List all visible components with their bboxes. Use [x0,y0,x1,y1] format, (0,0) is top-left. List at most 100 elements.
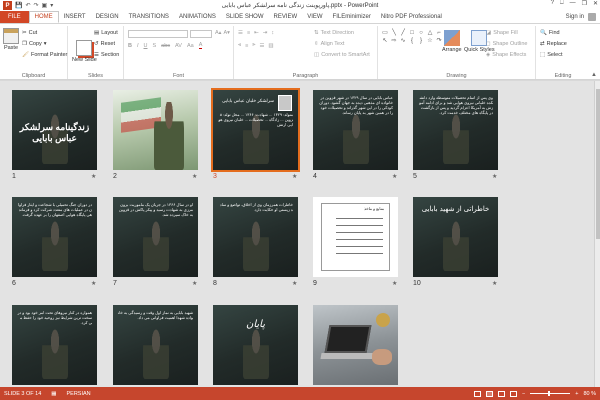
shape-outline-button[interactable]: ◻ Shape Outline [486,41,527,47]
proofing-icon[interactable]: ▦ [51,391,56,397]
align-right-icon[interactable]: ⫸ [252,42,255,49]
tab-home[interactable]: HOME [28,11,59,23]
transition-star-icon[interactable]: ★ [392,280,397,287]
restore-button[interactable]: ❐ [582,0,587,7]
arrow-icon[interactable]: ↖ [381,38,389,45]
zoom-out-button[interactable]: − [522,391,525,397]
arrow-icon[interactable]: ⇨ [390,38,398,45]
undo-icon[interactable]: ↶ [25,2,30,9]
transition-star-icon[interactable]: ★ [392,173,397,180]
minimize-button[interactable]: — [570,0,576,7]
help-icon[interactable]: ? [551,0,554,7]
brace-icon[interactable]: { [408,38,416,45]
language-status[interactable]: PERSIAN [67,391,91,397]
bold-button[interactable]: B [128,43,132,49]
avatar[interactable] [588,13,596,21]
transition-star-icon[interactable]: ★ [192,173,197,180]
start-from-beginning-icon[interactable]: ▣ [42,2,48,9]
tab-view[interactable]: VIEW [302,11,327,23]
strikethrough-button[interactable]: abc [161,43,170,49]
triangle-icon[interactable]: △ [426,30,434,37]
slide-thumbnail-5[interactable]: وی پس از اتمام تحصیلات متوسطه وارد دانشک… [413,90,498,170]
slide-thumbnail-7[interactable]: او در سال ۱۳۶۶ در جریان یک ماموریت برون … [113,197,198,277]
tab-fileminimizer[interactable]: FILEminimizer [328,11,376,23]
paste-button[interactable]: Paste [3,28,19,51]
tab-insert[interactable]: INSERT [59,11,91,23]
font-size-combo[interactable] [190,30,212,38]
customize-qat-icon[interactable]: ▾ [50,2,53,9]
ribbon-display-icon[interactable]: ⎕ [560,0,564,7]
slide-thumbnail-2[interactable] [113,90,198,170]
powerpoint-app-icon[interactable]: P [3,1,12,10]
slide-sorter-view-button[interactable] [486,390,494,397]
shape-fill-button[interactable]: ◪ Shape Fill [486,30,518,36]
reset-button[interactable]: ↺ Reset [94,41,115,47]
replace-button[interactable]: ⇄ Replace [540,41,567,47]
shapes-gallery[interactable]: ▭ ╲ ╱ □ ○ △ ⌐ ↖ ⇨ ∿{} ☆ ↷ [381,30,443,45]
columns-icon[interactable]: ▥ [268,43,273,49]
bullets-icon[interactable]: ☰ [238,30,243,36]
cut-button[interactable]: ✂ Cut [22,30,37,36]
shadow-button[interactable]: S [153,43,157,49]
format-painter-button[interactable]: 🖌 Format Painter [22,52,67,58]
tab-animations[interactable]: ANIMATIONS [174,11,221,23]
character-spacing-button[interactable]: AV [175,43,182,49]
slide-thumbnail-3[interactable]: سرلشکر خلبان عباس بابایی متولد: ۱۳۲۹ ...… [213,90,298,170]
slide-show-button[interactable] [510,390,518,397]
copy-button[interactable]: ❐ Copy ▾ [22,41,47,47]
transition-star-icon[interactable]: ★ [492,280,497,287]
collapse-ribbon-icon[interactable]: ▲ [591,72,597,78]
shape-effects-button[interactable]: ◈ Shape Effects [486,52,526,58]
italic-button[interactable]: I [137,43,139,49]
layout-button[interactable]: ▤ Layout [94,30,118,36]
arrange-button[interactable]: Arrange [442,30,462,53]
brace-icon[interactable]: } [417,38,425,45]
scrollbar-thumb[interactable] [596,89,600,239]
decrease-indent-icon[interactable]: ⇤ [254,30,259,36]
text-box-icon[interactable]: ▭ [381,30,389,37]
line-spacing-icon[interactable]: ↕ [271,30,274,36]
find-button[interactable]: 🔍 Find [540,30,560,36]
change-case-button[interactable]: Aa [187,43,194,49]
font-color-button[interactable]: A [198,42,203,49]
slide-thumbnail-14[interactable] [313,305,398,385]
slide-thumbnail-6[interactable]: در دوران جنگ تحمیلی با شجاعت و ایثار فرا… [12,197,97,277]
oval-icon[interactable]: ○ [417,30,425,37]
zoom-slider[interactable] [530,391,571,396]
text-direction-button[interactable]: ⇅ Text Direction [314,30,354,36]
slide-thumbnail-13[interactable]: پایان [213,305,298,385]
zoom-level[interactable]: 80 % [583,391,596,397]
numbering-icon[interactable]: ≡ [247,30,250,36]
underline-button[interactable]: U [144,43,148,49]
redo-icon[interactable]: ↷ [34,2,39,9]
tab-design[interactable]: DESIGN [91,11,124,23]
vertical-scrollbar[interactable] [594,81,600,387]
increase-indent-icon[interactable]: ⇥ [263,30,268,36]
align-left-icon[interactable]: ⫷ [238,42,241,49]
line-icon[interactable]: ╱ [399,30,407,37]
tab-file[interactable]: FILE [0,11,29,23]
tab-transitions[interactable]: TRANSITIONS [124,11,174,23]
transition-star-icon[interactable]: ★ [492,173,497,180]
align-center-icon[interactable]: ≡ [245,43,248,49]
normal-view-button[interactable] [474,390,482,397]
slide-thumbnail-4[interactable]: عباس بابایی در سال ۱۳۲۹ در شهر قزوین در … [313,90,398,170]
close-button[interactable]: ✕ [593,0,598,7]
convert-smartart-button[interactable]: ◫ Convert to SmartArt [314,52,370,58]
transition-star-icon[interactable]: ★ [91,173,96,180]
tab-nitro-pdf[interactable]: Nitro PDF Professional [376,11,447,23]
transition-star-icon[interactable]: ★ [192,280,197,287]
slide-thumbnail-9[interactable]: منابع و ماخذ [313,197,398,277]
line-icon[interactable]: ╲ [390,30,398,37]
rectangle-icon[interactable]: □ [408,30,416,37]
slide-thumbnail-1[interactable]: زندگینامه سرلشکر عباس بابایی [12,90,97,170]
reading-view-button[interactable] [498,390,506,397]
zoom-in-button[interactable]: + [575,391,578,397]
slide-thumbnail-11[interactable]: همواره در کنار نیروهای تحت امر خود بود و… [12,305,97,385]
zoom-slider-knob[interactable] [548,391,551,396]
font-name-combo[interactable] [128,30,188,38]
sign-in-link[interactable]: Sign in [566,14,584,20]
star-icon[interactable]: ☆ [426,38,434,45]
transition-star-icon[interactable]: ★ [91,280,96,287]
slide-count-status[interactable]: SLIDE 3 OF 14 [4,391,41,397]
